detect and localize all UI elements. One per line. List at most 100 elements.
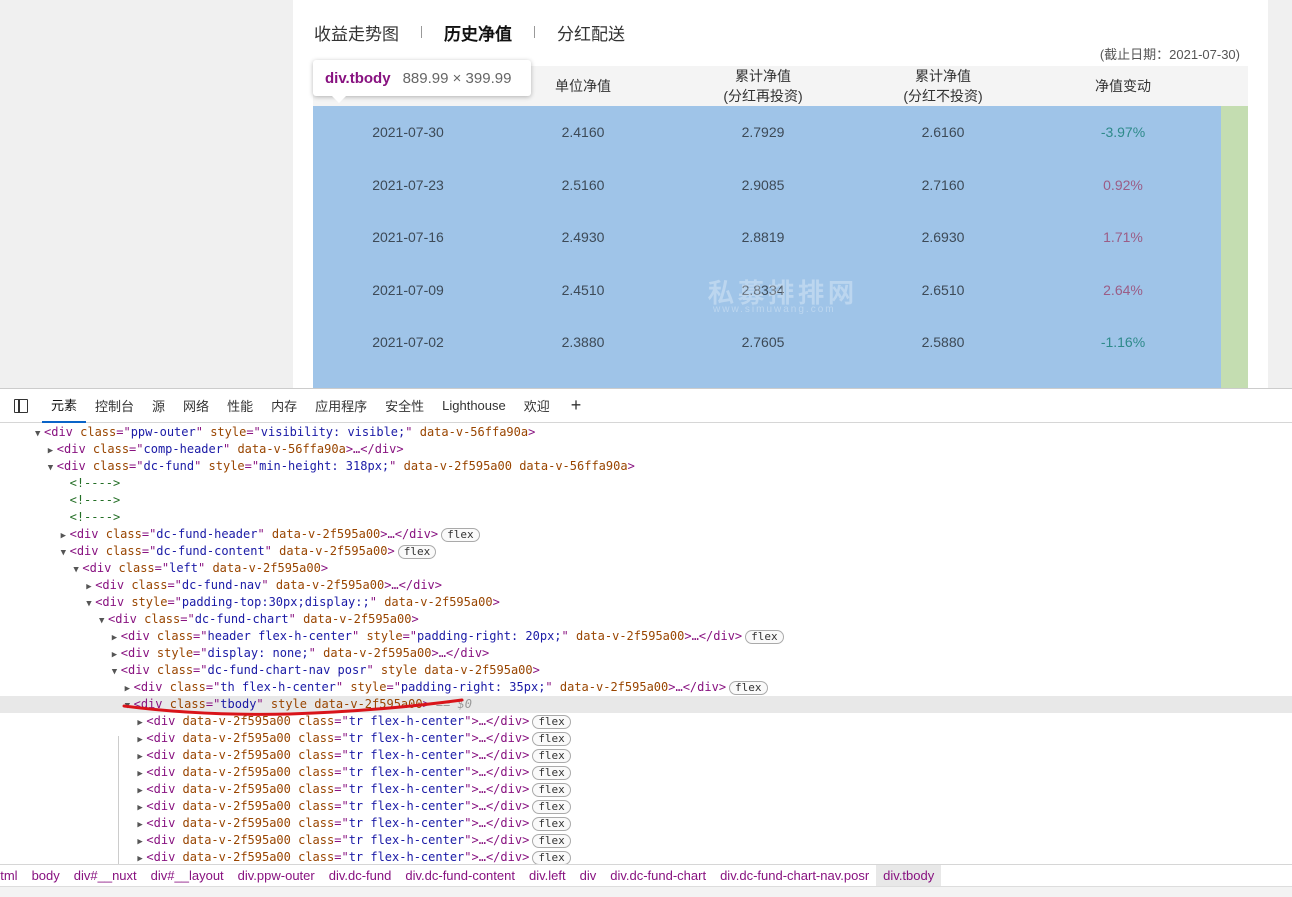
markup-token: =" bbox=[334, 799, 349, 813]
markup-token: =" bbox=[205, 680, 221, 694]
dom-node[interactable]: ▼ <div class="dc-fund-content" data-v-2f5… bbox=[0, 543, 1292, 560]
markup-token: style data-v-2f595a00 bbox=[380, 663, 533, 677]
flex-badge[interactable]: flex bbox=[532, 766, 571, 780]
dom-node[interactable]: ▶ <div data-v-2f595a00 class="tr flex-h-c… bbox=[0, 832, 1292, 849]
dom-node[interactable]: <!----> bbox=[0, 509, 1292, 526]
breadcrumb-item[interactable]: div.ppw-outer bbox=[231, 865, 322, 887]
dom-node[interactable]: ▶ <div data-v-2f595a00 class="tr flex-h-c… bbox=[0, 747, 1292, 764]
breadcrumb-item[interactable]: div.dc-fund bbox=[322, 865, 399, 887]
dom-node-selected[interactable]: ▼ <div class="tbody" style data-v-2f595a0… bbox=[0, 696, 1292, 713]
tab-elements[interactable]: 元素 bbox=[42, 389, 87, 423]
markup-token: > bbox=[411, 612, 419, 626]
flex-badge[interactable]: flex bbox=[532, 732, 571, 746]
markup-token: data-v-2f595a00 bbox=[271, 527, 381, 541]
dom-node[interactable]: ▶ <div class="dc-fund-header" data-v-2f59… bbox=[0, 526, 1292, 543]
breadcrumb-item[interactable]: div.dc-fund-chart bbox=[603, 865, 713, 887]
flex-badge[interactable]: flex bbox=[532, 817, 571, 831]
dom-node[interactable]: ▶ <div class="comp-header" data-v-56ffa90… bbox=[0, 441, 1292, 458]
markup-token: >…</div> bbox=[668, 680, 727, 694]
markup-token: <!----> bbox=[69, 493, 121, 507]
markup-token: ">…</div> bbox=[464, 833, 530, 847]
dom-node[interactable]: ▶ <div data-v-2f595a00 class="tr flex-h-c… bbox=[0, 730, 1292, 747]
dom-node[interactable]: ▶ <div data-v-2f595a00 class="tr flex-h-c… bbox=[0, 764, 1292, 781]
breadcrumb-item[interactable]: div bbox=[573, 865, 604, 887]
dom-node[interactable]: ▶ <div data-v-2f595a00 class="tr flex-h-c… bbox=[0, 781, 1292, 798]
dom-node[interactable]: ▶ <div data-v-2f595a00 class="tr flex-h-c… bbox=[0, 713, 1292, 730]
markup-token: <div bbox=[146, 816, 183, 830]
markup-token: =" bbox=[154, 561, 170, 575]
flex-badge[interactable]: flex bbox=[397, 545, 437, 559]
web-page-viewport: 收益走势图 历史净值 分红配送 (截止日期：2021-07-30) 单位净值 累… bbox=[0, 0, 1292, 388]
breadcrumb-item[interactable]: body bbox=[25, 865, 67, 887]
dom-node[interactable]: ▶ <div class="dc-fund-nav" data-v-2f595a0… bbox=[0, 577, 1292, 594]
cell-acc-reinvest: 2.8819 bbox=[741, 229, 785, 245]
markup-token: " bbox=[389, 459, 404, 473]
tab-security[interactable]: 安全性 bbox=[376, 389, 433, 423]
markup-token: style bbox=[366, 629, 403, 643]
dom-node[interactable]: ▼ <div class="ppw-outer" style="visibilit… bbox=[0, 424, 1292, 441]
markup-token: > bbox=[387, 544, 395, 558]
flex-badge[interactable]: flex bbox=[532, 749, 571, 763]
dom-node[interactable]: ▶ <div class="th flex-h-center" style="pa… bbox=[0, 679, 1292, 696]
tab-welcome[interactable]: 欢迎 bbox=[515, 389, 559, 423]
flex-badge[interactable]: flex bbox=[532, 783, 571, 797]
cell-acc-no-reinvest: 2.6160 bbox=[921, 124, 965, 140]
markup-token: <div bbox=[146, 731, 183, 745]
breadcrumb-item[interactable]: div.dc-fund-content bbox=[398, 865, 522, 887]
markup-token: " bbox=[264, 544, 280, 558]
tab-divider bbox=[421, 26, 422, 38]
tab-performance[interactable]: 性能 bbox=[218, 389, 262, 423]
fund-card: 收益走势图 历史净值 分红配送 (截止日期：2021-07-30) 单位净值 累… bbox=[293, 0, 1268, 388]
tab-yield-trend[interactable]: 收益走势图 bbox=[314, 20, 399, 45]
tab-lighthouse[interactable]: Lighthouse bbox=[433, 389, 515, 423]
dom-node[interactable]: <!----> bbox=[0, 475, 1292, 492]
tab-memory[interactable]: 内存 bbox=[262, 389, 306, 423]
flex-badge[interactable]: flex bbox=[532, 800, 571, 814]
device-toggle-icon[interactable] bbox=[14, 398, 28, 413]
breadcrumb-item[interactable]: html bbox=[0, 865, 25, 887]
markup-token: <div bbox=[146, 782, 183, 796]
dom-node[interactable]: ▼ <div style="padding-top:30px;display:;"… bbox=[0, 594, 1292, 611]
dom-node[interactable]: ▶ <div class="header flex-h-center" style… bbox=[0, 628, 1292, 645]
markup-token: padding-top:30px;display:; bbox=[181, 595, 370, 609]
flex-badge[interactable]: flex bbox=[441, 528, 480, 542]
header-label: 累计净值 bbox=[735, 68, 791, 84]
tab-console[interactable]: 控制台 bbox=[86, 389, 143, 423]
breadcrumb-item[interactable]: div#__layout bbox=[144, 865, 231, 887]
markup-token: >…</div> bbox=[384, 578, 442, 592]
dom-node[interactable]: ▼ <div class="dc-fund-chart-nav posr" sty… bbox=[0, 662, 1292, 679]
dom-node[interactable]: ▼ <div class="dc-fund-chart" data-v-2f595… bbox=[0, 611, 1292, 628]
breadcrumb-item[interactable]: div.left bbox=[522, 865, 573, 887]
markup-token: <div bbox=[56, 442, 93, 456]
markup-token: =" bbox=[244, 459, 260, 473]
breadcrumb-item[interactable]: div.dc-fund-chart-nav.posr bbox=[713, 865, 876, 887]
tab-history-nav[interactable]: 历史净值 bbox=[444, 20, 512, 45]
markup-token: >…</div> bbox=[431, 646, 490, 660]
flex-badge[interactable]: flex bbox=[745, 630, 784, 644]
flex-badge[interactable]: flex bbox=[729, 681, 768, 695]
header-label: 净值变动 bbox=[1095, 78, 1151, 94]
dom-node[interactable]: ▶ <div style="display: none;" data-v-2f59… bbox=[0, 645, 1292, 662]
add-tab-icon[interactable]: + bbox=[571, 395, 582, 416]
markup-token: > bbox=[528, 425, 536, 439]
markup-token: " bbox=[308, 646, 324, 660]
markup-token: >…</div> bbox=[684, 629, 743, 643]
tab-dividends[interactable]: 分红配送 bbox=[557, 20, 625, 45]
breadcrumb-item[interactable]: div.tbody bbox=[876, 864, 942, 887]
dom-node[interactable]: ▼ <div class="left" data-v-2f595a00> bbox=[0, 560, 1292, 577]
cell-nav-change: 0.92% bbox=[1103, 176, 1143, 193]
flex-badge[interactable]: flex bbox=[532, 851, 571, 865]
tab-sources[interactable]: 源 bbox=[143, 389, 174, 423]
markup-token: <div bbox=[82, 561, 119, 575]
flex-badge[interactable]: flex bbox=[532, 715, 571, 729]
tab-network[interactable]: 网络 bbox=[174, 389, 218, 423]
dom-node[interactable]: ▶ <div data-v-2f595a00 class="tr flex-h-c… bbox=[0, 815, 1292, 832]
dom-node[interactable]: <!----> bbox=[0, 492, 1292, 509]
flex-badge[interactable]: flex bbox=[532, 834, 571, 848]
markup-token: ">…</div> bbox=[464, 748, 530, 762]
markup-token: data-v-2f595a00 class bbox=[182, 782, 335, 796]
tab-application[interactable]: 应用程序 bbox=[306, 389, 376, 423]
dom-node[interactable]: ▶ <div data-v-2f595a00 class="tr flex-h-c… bbox=[0, 798, 1292, 815]
breadcrumb-item[interactable]: div#__nuxt bbox=[67, 865, 144, 887]
dom-node[interactable]: ▼ <div class="dc-fund" style="min-height:… bbox=[0, 458, 1292, 475]
